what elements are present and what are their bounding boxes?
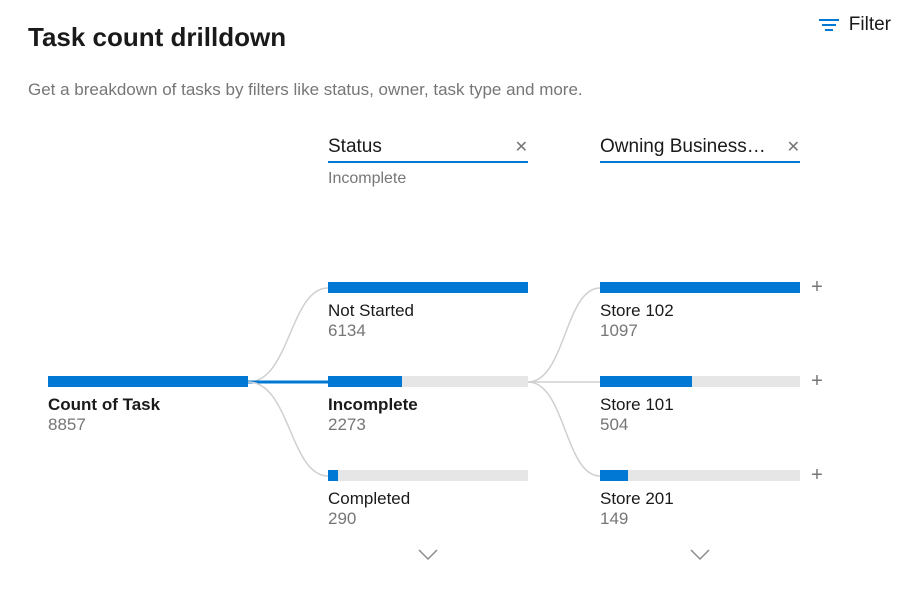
- chevron-down-icon[interactable]: [418, 548, 438, 566]
- node-label: Completed: [328, 489, 528, 509]
- page-title: Task count drilldown: [28, 22, 286, 53]
- column-header-label: Status: [328, 136, 382, 158]
- bar: [600, 282, 800, 293]
- node-owning-store102[interactable]: Store 102 1097: [600, 282, 800, 341]
- close-icon[interactable]: ✕: [781, 137, 800, 157]
- node-value: 149: [600, 509, 800, 529]
- close-icon[interactable]: ✕: [509, 137, 528, 157]
- column-header-status[interactable]: Status ✕: [328, 136, 528, 163]
- node-label: Not Started: [328, 301, 528, 321]
- node-value: 290: [328, 509, 528, 529]
- node-root[interactable]: Count of Task 8857: [48, 376, 248, 435]
- filter-icon: [819, 17, 839, 33]
- expand-button[interactable]: +: [808, 372, 826, 390]
- bar: [600, 376, 800, 387]
- column-header-label: Owning Business…: [600, 136, 766, 158]
- node-label: Store 102: [600, 301, 800, 321]
- filter-label: Filter: [849, 14, 891, 36]
- column-header-status-sublabel: Incomplete: [328, 170, 406, 188]
- node-label: Store 201: [600, 489, 800, 509]
- filter-button[interactable]: Filter: [819, 14, 891, 36]
- node-value: 2273: [328, 415, 528, 435]
- expand-button[interactable]: +: [808, 278, 826, 296]
- node-value: 8857: [48, 415, 248, 435]
- bar: [328, 470, 528, 481]
- node-status-completed[interactable]: Completed 290: [328, 470, 528, 529]
- node-value: 6134: [328, 321, 528, 341]
- node-status-incomplete[interactable]: Incomplete 2273: [328, 376, 528, 435]
- node-label: Incomplete: [328, 395, 528, 415]
- bar: [328, 282, 528, 293]
- bar: [48, 376, 248, 387]
- chevron-down-icon[interactable]: [690, 548, 710, 566]
- bar: [600, 470, 800, 481]
- column-header-owning[interactable]: Owning Business… ✕: [600, 136, 800, 163]
- bar: [328, 376, 528, 387]
- node-status-not-started[interactable]: Not Started 6134: [328, 282, 528, 341]
- node-label: Store 101: [600, 395, 800, 415]
- node-owning-store101[interactable]: Store 101 504: [600, 376, 800, 435]
- node-value: 1097: [600, 321, 800, 341]
- node-value: 504: [600, 415, 800, 435]
- expand-button[interactable]: +: [808, 466, 826, 484]
- node-owning-store201[interactable]: Store 201 149: [600, 470, 800, 529]
- node-label: Count of Task: [48, 395, 248, 415]
- page-subtitle: Get a breakdown of tasks by filters like…: [28, 80, 583, 100]
